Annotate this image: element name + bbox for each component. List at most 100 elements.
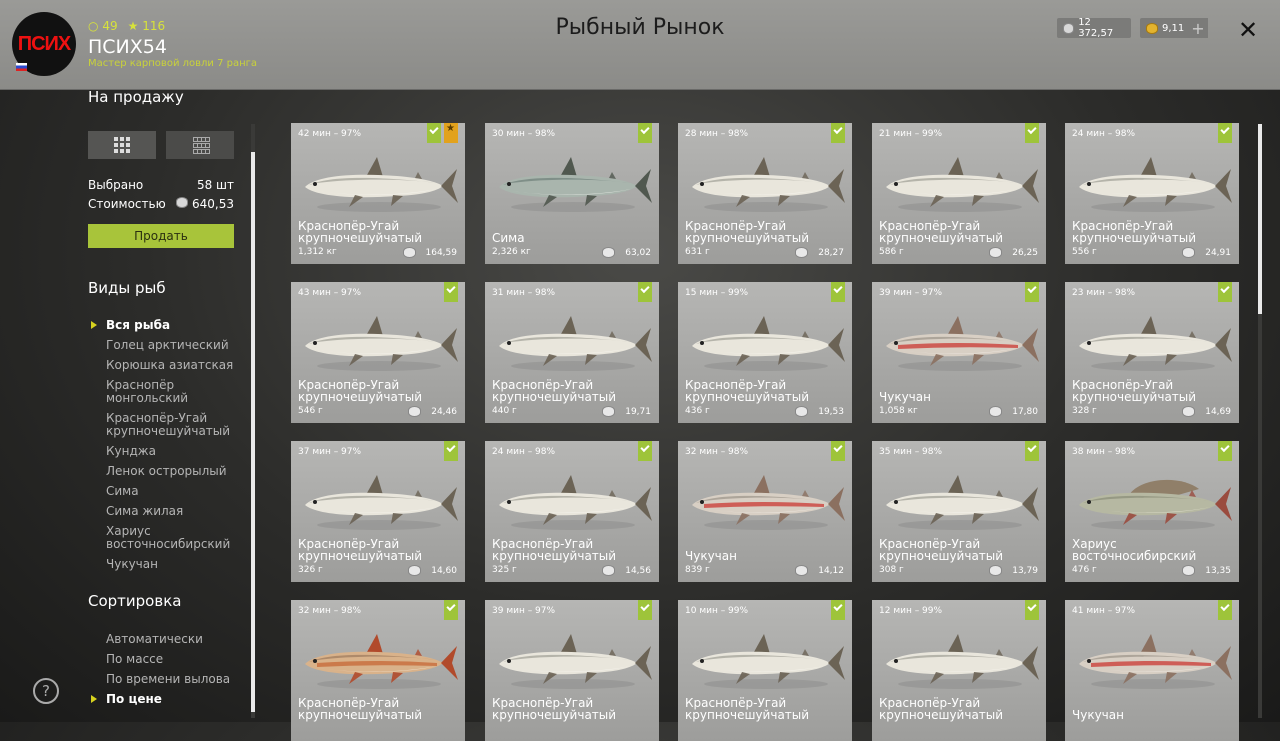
price-value: 14,56 <box>625 565 651 576</box>
selected-row: Выбрано 58 шт <box>88 178 234 192</box>
check-icon[interactable] <box>831 282 845 302</box>
fish-image <box>684 308 846 378</box>
fish-card[interactable]: 41 мин – 97% Чукучан <box>1065 600 1239 741</box>
sort-title: Сортировка <box>88 592 182 610</box>
silver-balance: 12 372,57 <box>1057 17 1131 39</box>
check-icon[interactable] <box>1218 123 1232 143</box>
price-value: 19,71 <box>625 406 651 417</box>
species-filter-item[interactable]: Корюшка азиатская <box>106 359 236 372</box>
fish-card[interactable]: 15 мин – 99% Краснопёр-Угай крупночешуйч… <box>678 282 852 423</box>
check-icon[interactable] <box>638 441 652 461</box>
check-icon[interactable] <box>831 441 845 461</box>
fish-card[interactable]: 23 мин – 98% Краснопёр-Угай крупночешуйч… <box>1065 282 1239 423</box>
fish-name: Краснопёр-Угай крупночешуйчатый <box>685 378 810 404</box>
fish-card[interactable]: 24 мин – 98% Краснопёр-Угай крупночешуйч… <box>1065 123 1239 264</box>
check-icon[interactable] <box>831 600 845 620</box>
grid-scrollbar-thumb[interactable] <box>1258 124 1262 314</box>
fish-card[interactable]: 32 мин – 98% Чукучан 839 г 14,12 <box>678 441 852 582</box>
silver-coin-icon <box>989 565 1003 576</box>
fish-price: 63,02 <box>602 247 651 258</box>
check-icon[interactable] <box>1218 282 1232 302</box>
check-icon[interactable] <box>444 600 458 620</box>
fish-weight: 839 г <box>685 565 710 575</box>
silver-coin-icon <box>176 197 189 208</box>
fish-card[interactable]: 43 мин – 97% Краснопёр-Угай крупночешуйч… <box>291 282 465 423</box>
sort-option[interactable]: По времени вылова <box>106 673 236 686</box>
fish-image <box>878 626 1040 696</box>
species-filter-item[interactable]: Голец арктический <box>106 339 236 352</box>
fish-card[interactable]: 10 мин – 99% Краснопёр-Угай крупночешуйч… <box>678 600 852 741</box>
fish-card[interactable]: 37 мин – 97% Краснопёр-Угай крупночешуйч… <box>291 441 465 582</box>
catch-meta: 39 мин – 97% <box>492 606 556 616</box>
sidebar-scrollbar-thumb[interactable] <box>251 152 255 712</box>
check-icon[interactable] <box>1025 600 1039 620</box>
fish-card[interactable]: 38 мин – 98% Хариус восточносибирский 47… <box>1065 441 1239 582</box>
close-button[interactable]: ✕ <box>1238 16 1258 44</box>
species-filter-item[interactable]: Ленок острорылый <box>106 465 236 478</box>
species-filter-item[interactable]: Краснопёр-Угай крупночешуйчатый <box>106 412 231 438</box>
check-icon[interactable] <box>638 600 652 620</box>
check-icon[interactable] <box>638 123 652 143</box>
species-filter-item[interactable]: Сима жилая <box>106 505 236 518</box>
help-icon[interactable]: ? <box>33 678 59 704</box>
price-value: 17,80 <box>1012 406 1038 417</box>
price-value: 164,59 <box>425 247 458 258</box>
check-icon[interactable] <box>638 282 652 302</box>
check-icon[interactable] <box>444 282 458 302</box>
fish-image <box>491 626 653 696</box>
large-grid-view-button[interactable] <box>88 131 156 159</box>
fish-card[interactable]: 30 мин – 98% Сима 2,326 кг 63,02 <box>485 123 659 264</box>
check-icon[interactable] <box>831 123 845 143</box>
add-gold-button[interactable]: + <box>1188 18 1208 38</box>
fish-image <box>878 467 1040 537</box>
sort-option[interactable]: По массе <box>106 653 236 666</box>
check-icon[interactable] <box>1025 282 1039 302</box>
check-icon[interactable] <box>444 441 458 461</box>
species-filter-item[interactable]: Хариус восточносибирский <box>106 525 230 551</box>
fish-image <box>1071 626 1233 696</box>
check-icon[interactable] <box>1025 441 1039 461</box>
sort-option[interactable]: По цене <box>106 693 236 706</box>
silver-value: 12 372,57 <box>1078 17 1114 39</box>
fish-price: 17,80 <box>989 406 1038 417</box>
small-grid-view-button[interactable] <box>166 131 234 159</box>
fish-card[interactable]: 42 мин – 97% Краснопёр-Угай крупночешуйч… <box>291 123 465 264</box>
check-icon[interactable] <box>427 123 441 143</box>
fish-card[interactable]: 24 мин – 98% Краснопёр-Угай крупночешуйч… <box>485 441 659 582</box>
silver-coin-icon <box>795 247 809 258</box>
fish-weight: 440 г <box>492 406 517 416</box>
fish-name: Краснопёр-Угай крупночешуйчатый <box>492 537 617 563</box>
silver-coin-icon <box>989 406 1003 417</box>
fish-card[interactable]: 31 мин – 98% Краснопёр-Угай крупночешуйч… <box>485 282 659 423</box>
fish-name: Краснопёр-Угай крупночешуйчатый <box>685 696 810 722</box>
fish-card[interactable]: 39 мин – 97% Чукучан 1,058 кг 17,80 <box>872 282 1046 423</box>
species-filter-item[interactable]: Вся рыба <box>106 319 236 332</box>
fish-name: Сима <box>492 231 525 245</box>
catch-meta: 24 мин – 98% <box>492 447 556 457</box>
fish-weight: 556 г <box>1072 247 1097 257</box>
check-icon[interactable] <box>1025 123 1039 143</box>
species-filter-item[interactable]: Краснопёр монгольский <box>106 379 188 405</box>
check-icon[interactable] <box>1218 600 1232 620</box>
catch-meta: 30 мин – 98% <box>492 129 556 139</box>
check-icon[interactable] <box>1218 441 1232 461</box>
fish-card[interactable]: 32 мин – 98% Краснопёр-Угай крупночешуйч… <box>291 600 465 741</box>
fish-card[interactable]: 28 мин – 98% Краснопёр-Угай крупночешуйч… <box>678 123 852 264</box>
fish-image <box>297 626 459 696</box>
fish-card[interactable]: 21 мин – 99% Краснопёр-Угай крупночешуйч… <box>872 123 1046 264</box>
species-filter-item[interactable]: Чукучан <box>106 558 236 571</box>
fish-image <box>1071 308 1233 378</box>
sell-button[interactable]: Продать <box>88 224 234 248</box>
star-icon[interactable] <box>444 123 458 143</box>
species-filter-item[interactable]: Сима <box>106 485 236 498</box>
fish-card[interactable]: 35 мин – 98% Краснопёр-Угай крупночешуйч… <box>872 441 1046 582</box>
price-value: 14,12 <box>818 565 844 576</box>
sort-option[interactable]: Автоматически <box>106 633 236 646</box>
species-filter-item[interactable]: Кунджа <box>106 445 236 458</box>
species-filter-list: Вся рыба Голец арктический Корюшка азиат… <box>106 319 236 578</box>
fish-card[interactable]: 39 мин – 97% Краснопёр-Угай крупночешуйч… <box>485 600 659 741</box>
fish-price: 14,12 <box>795 565 844 576</box>
fish-card[interactable]: 12 мин – 99% Краснопёр-Угай крупночешуйч… <box>872 600 1046 741</box>
fish-name: Чукучан <box>685 549 737 563</box>
silver-coin-icon <box>408 406 422 417</box>
